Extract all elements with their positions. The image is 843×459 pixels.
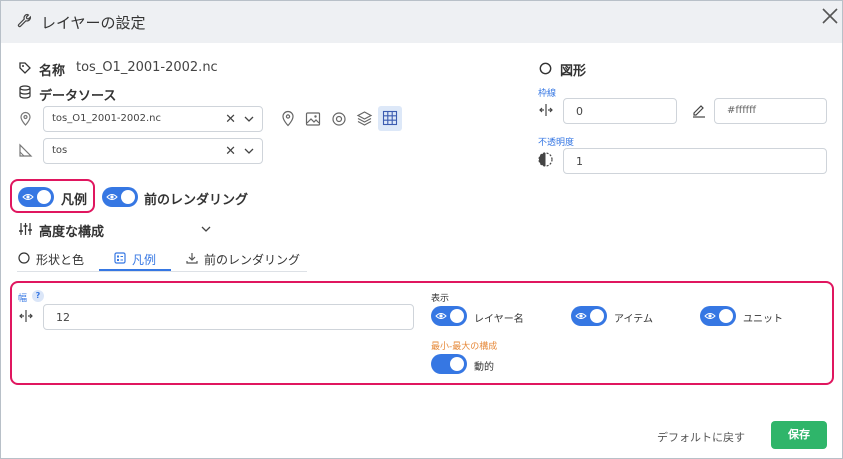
eye-icon [575, 313, 587, 319]
wrench-icon [17, 13, 31, 28]
name-tag-icon [19, 62, 31, 74]
image-layer-icon[interactable] [305, 111, 321, 127]
opacity-input[interactable]: 1 [563, 148, 827, 174]
chevron-down-icon[interactable] [244, 147, 254, 155]
sliders-icon [19, 223, 32, 235]
name-value: tos_O1_2001-2002.nc [76, 60, 218, 75]
map-pin-icon [20, 111, 31, 126]
legend-width-value: 12 [56, 311, 70, 324]
opacity-label: 不透明度 [538, 138, 575, 148]
variable-icon [19, 143, 33, 157]
unit-toggle[interactable] [700, 306, 736, 326]
shape-label: 図形 [560, 64, 587, 79]
variable-select[interactable]: tos ✕ [43, 138, 263, 164]
stroke-width-input[interactable]: 0 [563, 98, 677, 124]
active-tab-indicator [99, 269, 171, 271]
legend-toggle-label: 凡例 [61, 193, 88, 208]
layer-settings-dialog: レイヤーの設定 名称 tos_O1_2001-2002.nc データソース to… [0, 0, 843, 459]
toggle-knob [450, 357, 464, 371]
layers-icon[interactable] [356, 110, 373, 127]
layer-name-label: レイヤー名 [474, 314, 524, 325]
opacity-icon [538, 152, 553, 167]
toggle-knob [719, 309, 733, 323]
prev-render-toggle-label: 前のレンダリング [144, 193, 249, 208]
item-label: アイテム [614, 314, 653, 325]
circle-icon [18, 252, 30, 264]
point-layer-icon[interactable] [280, 110, 296, 128]
width-arrows-icon [539, 104, 553, 116]
chevron-down-icon[interactable] [244, 115, 254, 123]
stroke-label: 枠線 [538, 89, 557, 99]
dialog-header: レイヤーの設定 [1, 1, 842, 43]
toggle-knob [590, 309, 604, 323]
stroke-color-placeholder: #ffffff [727, 105, 757, 116]
stroke-color-input[interactable]: #ffffff [714, 98, 827, 124]
eye-icon [22, 194, 34, 200]
eye-icon [106, 194, 118, 200]
eye-icon [704, 313, 716, 319]
legend-width-input[interactable]: 12 [43, 304, 414, 330]
clear-variable-icon[interactable]: ✕ [225, 144, 236, 159]
datasource-label: データソース [39, 89, 117, 104]
grid-layer-button[interactable] [378, 106, 402, 131]
layer-name-toggle[interactable] [431, 306, 467, 326]
save-button[interactable]: 保存 [771, 421, 827, 449]
clear-file-icon[interactable]: ✕ [225, 112, 236, 127]
datasource-file-value: tos_O1_2001-2002.nc [52, 113, 162, 124]
pencil-icon [693, 105, 705, 118]
target-layer-icon[interactable] [331, 111, 347, 127]
name-label: 名称 [39, 64, 66, 79]
toggle-knob [450, 309, 464, 323]
database-icon [19, 85, 31, 99]
tab-label: 凡例 [132, 253, 157, 267]
display-label: 表示 [431, 294, 450, 304]
tab-label: 前のレンダリング [204, 253, 301, 267]
item-toggle[interactable] [571, 306, 607, 326]
unit-label: ユニット [743, 314, 783, 325]
legend-panel-highlight [10, 281, 834, 385]
circle-shape-icon [539, 62, 552, 75]
eye-icon [435, 313, 447, 319]
width-arrows-icon [19, 310, 33, 322]
toggle-knob [121, 190, 135, 204]
minmax-label: 最小-最大の構成 [431, 342, 498, 352]
advanced-label[interactable]: 高度な構成 [39, 221, 104, 240]
close-icon[interactable] [820, 6, 840, 26]
datasource-file-select[interactable]: tos_O1_2001-2002.nc ✕ [43, 106, 263, 132]
tabs-divider [17, 271, 307, 272]
download-icon [186, 253, 198, 264]
dynamic-label: 動的 [474, 362, 494, 373]
prev-render-toggle[interactable] [102, 187, 138, 207]
variable-value: tos [52, 145, 68, 156]
legend-icon [114, 252, 126, 264]
chevron-down-icon[interactable] [201, 225, 211, 233]
dialog-title: レイヤーの設定 [41, 14, 146, 32]
tab-label: 形状と色 [36, 253, 85, 267]
grid-icon [382, 110, 398, 126]
help-icon[interactable]: ? [32, 290, 44, 302]
width-label: 幅 [18, 294, 28, 304]
dynamic-toggle[interactable] [431, 354, 467, 374]
toggle-knob [37, 190, 51, 204]
reset-default-button[interactable]: デフォルトに戻す [657, 429, 745, 445]
stroke-width-value: 0 [576, 105, 583, 118]
legend-toggle[interactable] [18, 187, 54, 207]
opacity-value: 1 [576, 155, 583, 168]
